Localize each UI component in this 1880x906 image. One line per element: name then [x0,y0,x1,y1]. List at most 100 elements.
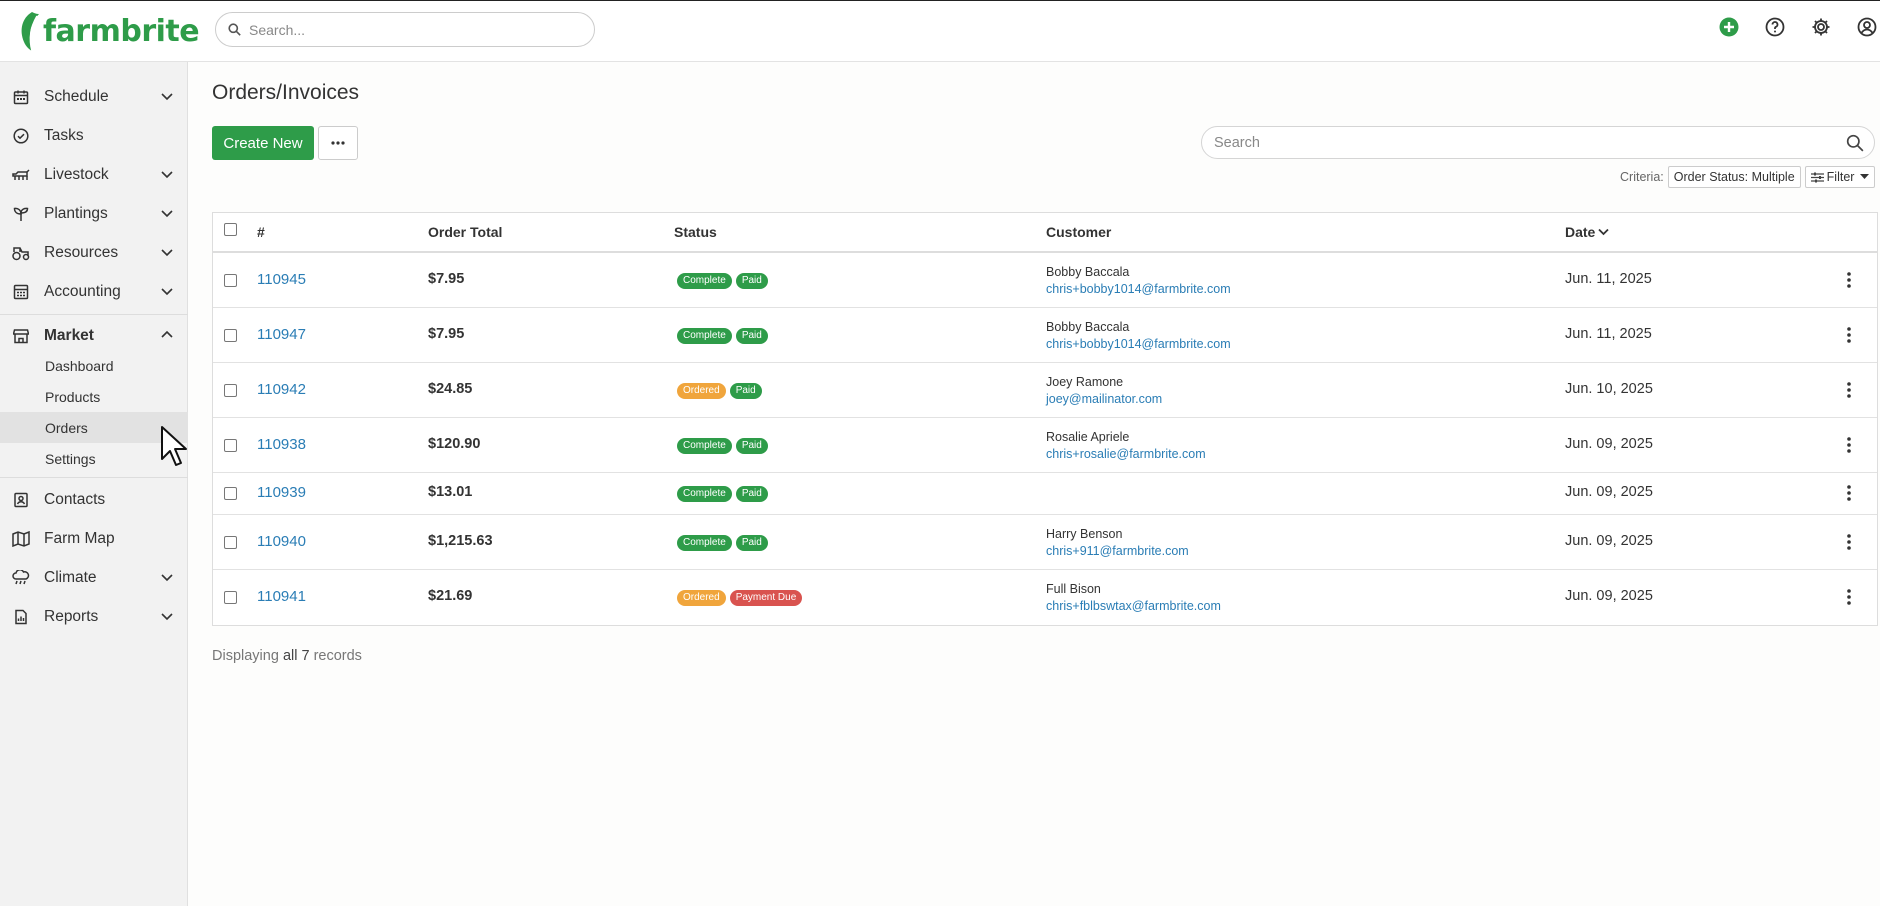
orders-search-box[interactable] [1201,126,1875,159]
create-new-button[interactable]: Create New [212,126,314,160]
table-row[interactable]: 110941 $21.69 Ordered Payment Due Full B… [213,570,1877,625]
order-date: Jun. 11, 2025 [1565,271,1652,287]
status-badge-complete: Complete [677,486,732,502]
sidebar-item-label: Tasks [44,126,84,144]
sidebar-item-farm-map[interactable]: Farm Map [0,519,188,558]
row-actions-icon[interactable] [1846,271,1852,289]
order-number-link[interactable]: 110945 [257,271,306,288]
table-row[interactable]: 110947 $7.95 Complete Paid Bobby Baccala… [213,308,1877,363]
status-badge-ordered: Ordered [677,383,726,399]
row-actions-icon[interactable] [1846,533,1852,551]
gear-icon[interactable] [1810,16,1832,38]
customer-email-link[interactable]: chris+911@farmbrite.com [1046,544,1189,558]
sidebar-item-tasks[interactable]: Tasks [0,116,188,155]
orders-search-input[interactable] [1214,134,1846,151]
sidebar-item-climate[interactable]: Climate [0,558,188,597]
column-header-order-total[interactable]: Order Total [428,224,502,240]
sidebar-subitem-dashboard[interactable]: Dashboard [0,350,188,381]
order-number-link[interactable]: 110947 [257,326,306,343]
table-row[interactable]: 110939 $13.01 Complete Paid Jun. 09, 202… [213,473,1877,515]
chevron-down-icon [161,249,173,257]
table-row[interactable]: 110938 $120.90 Complete Paid Rosalie Apr… [213,418,1877,473]
row-actions-icon[interactable] [1846,484,1852,502]
sliders-icon [1810,172,1824,182]
sidebar-item-label: Accounting [44,282,121,300]
tractor-icon [12,244,30,262]
row-checkbox[interactable] [224,274,237,287]
customer-email-link[interactable]: chris+fblbswtax@farmbrite.com [1046,599,1221,613]
column-header-date[interactable]: Date [1565,224,1609,240]
order-date: Jun. 09, 2025 [1565,588,1653,604]
sidebar-item-livestock[interactable]: Livestock [0,155,188,194]
order-number-link[interactable]: 110942 [257,381,306,398]
filter-label: Filter [1826,170,1855,184]
order-total: $120.90 [428,436,481,452]
table-row[interactable]: 110945 $7.95 Complete Paid Bobby Baccala… [213,253,1877,308]
customer-email-link[interactable]: joey@mailinator.com [1046,392,1162,406]
table-row[interactable]: 110940 $1,215.63 Complete Paid Harry Ben… [213,515,1877,570]
top-icons [1694,16,1880,38]
chevron-down-icon [161,288,173,296]
status-badges: Complete Paid [677,535,772,551]
sidebar-item-plantings[interactable]: Plantings [0,194,188,233]
sidebar-item-resources[interactable]: Resources [0,233,188,272]
select-all-checkbox[interactable] [224,223,237,236]
more-actions-button[interactable] [318,126,358,160]
order-number-link[interactable]: 110938 [257,436,306,453]
sidebar-subitem-products[interactable]: Products [0,381,188,412]
sidebar-divider [0,314,188,315]
records-total: all 7 [282,648,310,664]
customer-email-link[interactable]: chris+bobby1014@farmbrite.com [1046,282,1231,296]
row-checkbox[interactable] [224,439,237,452]
criteria-bar: Criteria: Order Status: Multiple Filter [1620,166,1876,188]
global-search-box[interactable] [215,12,595,47]
row-checkbox[interactable] [224,384,237,397]
filter-button[interactable]: Filter [1804,166,1876,188]
row-actions-icon[interactable] [1846,436,1852,454]
customer-email-link[interactable]: chris+rosalie@farmbrite.com [1046,447,1206,461]
order-number-link[interactable]: 110939 [257,484,306,501]
add-icon[interactable] [1718,16,1740,38]
row-checkbox[interactable] [224,536,237,549]
farmbrite-logo[interactable]: farmbrite [18,9,200,53]
sprout-icon [12,205,30,223]
row-checkbox[interactable] [224,487,237,500]
search-icon[interactable] [1846,134,1864,152]
help-icon[interactable] [1764,16,1786,38]
caret-down-icon [1860,174,1870,179]
order-number-link[interactable]: 110941 [257,588,306,605]
column-header-number[interactable]: # [257,224,265,240]
criteria-chip-order-status[interactable]: Order Status: Multiple [1667,166,1801,188]
livestock-icon [12,166,30,184]
sidebar-item-contacts[interactable]: Contacts [0,480,188,519]
status-badges: Complete Paid [677,328,772,344]
order-date: Jun. 09, 2025 [1565,484,1653,500]
customer-name: Full Bison [1046,582,1101,596]
order-number-link[interactable]: 110940 [257,533,306,550]
column-header-customer[interactable]: Customer [1046,224,1111,240]
table-row[interactable]: 110942 $24.85 Ordered Paid Joey Ramone j… [213,363,1877,418]
row-checkbox[interactable] [224,329,237,342]
sidebar-item-label: Market [44,326,94,344]
row-checkbox[interactable] [224,591,237,604]
order-date: Jun. 09, 2025 [1565,533,1653,549]
customer-name: Bobby Baccala [1046,265,1130,279]
user-account-icon[interactable] [1856,16,1878,38]
sidebar-item-accounting[interactable]: Accounting [0,272,188,311]
row-actions-icon[interactable] [1846,326,1852,344]
row-actions-icon[interactable] [1846,381,1852,399]
order-total: $24.85 [428,381,473,397]
sidebar-item-reports[interactable]: Reports [0,597,188,636]
sidebar-item-label: Contacts [44,490,106,508]
logo-text: farmbrite [43,13,200,49]
sidebar-item-label: Reports [44,607,99,625]
column-header-status[interactable]: Status [674,224,717,240]
sidebar-item-schedule[interactable]: Schedule [0,77,188,116]
status-badge-paid: Paid [735,535,768,551]
customer-email-link[interactable]: chris+bobby1014@farmbrite.com [1046,337,1231,351]
status-badges: Complete Paid [677,273,772,289]
global-search-input[interactable] [249,21,569,38]
sidebar-item-label: Climate [44,568,97,586]
row-actions-icon[interactable] [1846,588,1852,606]
order-total: $7.95 [428,271,465,287]
